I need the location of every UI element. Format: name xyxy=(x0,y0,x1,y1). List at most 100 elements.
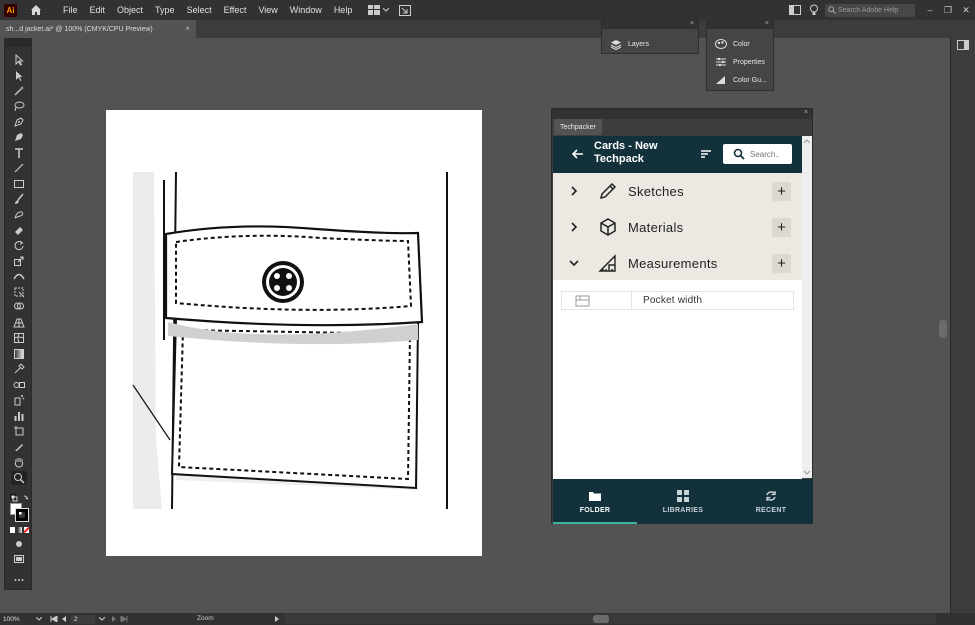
symbol-sprayer-tool[interactable] xyxy=(11,393,27,407)
measurement-item[interactable]: Pocket width xyxy=(561,291,794,310)
fill-stroke-swatches[interactable] xyxy=(10,503,30,523)
lasso-tool[interactable] xyxy=(11,99,27,113)
artboard[interactable] xyxy=(106,110,482,556)
menu-window[interactable]: Window xyxy=(284,5,328,15)
canvas-horizontal-scrollbar[interactable] xyxy=(285,614,936,624)
chevron-right-icon[interactable] xyxy=(569,186,579,196)
panel-layout-icon[interactable] xyxy=(789,5,801,15)
layers-panel-header[interactable]: × xyxy=(602,20,698,29)
color-panel-group-header[interactable]: × xyxy=(707,20,773,29)
minimize-button[interactable]: – xyxy=(921,5,939,15)
menu-type[interactable]: Type xyxy=(149,5,181,15)
menu-edit[interactable]: Edit xyxy=(84,5,112,15)
layers-panel-button[interactable]: Layers xyxy=(602,35,698,53)
first-page-icon[interactable] xyxy=(50,616,58,622)
panel-close-icon[interactable]: × xyxy=(804,109,808,116)
slice-tool[interactable] xyxy=(11,440,27,454)
add-measurement-button[interactable]: + xyxy=(772,253,791,273)
menu-file[interactable]: File xyxy=(57,5,84,15)
stroke-swatch[interactable] xyxy=(15,508,29,522)
direct-selection-tool[interactable] xyxy=(11,69,27,83)
chevron-right-icon[interactable] xyxy=(569,222,579,232)
last-page-icon[interactable] xyxy=(120,616,128,622)
color-panel-button[interactable]: Color xyxy=(707,35,773,53)
properties-panel-button[interactable]: Properties xyxy=(707,53,773,71)
column-graph-tool[interactable] xyxy=(11,409,27,423)
magic-wand-tool[interactable] xyxy=(11,84,27,98)
arrange-documents-icon[interactable] xyxy=(399,4,412,16)
zoom-level-field[interactable]: 100% xyxy=(0,614,30,624)
line-segment-tool[interactable] xyxy=(11,161,27,175)
menu-effect[interactable]: Effect xyxy=(218,5,253,15)
toolbar-grip[interactable] xyxy=(5,39,31,47)
rotate-tool[interactable] xyxy=(11,238,27,252)
help-search-input[interactable]: Search Adobe Help xyxy=(825,3,915,17)
eraser-tool[interactable] xyxy=(11,223,27,237)
curvature-tool[interactable] xyxy=(11,130,27,144)
mesh-tool[interactable] xyxy=(11,331,27,345)
eyedropper-tool[interactable] xyxy=(11,362,27,376)
techpacker-panel-header[interactable]: × xyxy=(552,109,812,119)
status-menu-arrow-icon[interactable] xyxy=(274,616,280,622)
menu-help[interactable]: Help xyxy=(328,5,359,15)
chevron-down-icon[interactable] xyxy=(569,258,579,268)
menu-select[interactable]: Select xyxy=(181,5,218,15)
properties-panel-icon[interactable] xyxy=(957,40,969,50)
shaper-tool[interactable] xyxy=(11,208,27,222)
nav-libraries[interactable]: LIBRARIES xyxy=(641,479,725,524)
scroll-down-icon[interactable] xyxy=(802,470,812,476)
vertical-scroll-thumb[interactable] xyxy=(939,320,947,338)
type-tool[interactable] xyxy=(11,146,27,160)
screen-mode-button[interactable] xyxy=(11,552,27,566)
free-transform-tool[interactable] xyxy=(11,285,27,299)
rectangle-tool[interactable] xyxy=(11,177,27,191)
scale-tool[interactable] xyxy=(11,254,27,268)
techpacker-tab[interactable]: Techpacker xyxy=(554,119,602,135)
section-measurements[interactable]: Measurements + xyxy=(553,245,802,281)
edit-toolbar-button[interactable] xyxy=(11,573,27,587)
selection-tool[interactable] xyxy=(11,53,27,67)
gradient-mode-button[interactable] xyxy=(17,527,22,533)
add-sketch-button[interactable]: + xyxy=(772,181,791,201)
gradient-tool[interactable] xyxy=(11,347,27,361)
nav-recent[interactable]: RECENT xyxy=(729,479,813,524)
menu-object[interactable]: Object xyxy=(111,5,149,15)
panel-close-icon[interactable]: × xyxy=(765,20,769,27)
panel-close-icon[interactable]: × xyxy=(690,20,694,27)
close-document-button[interactable]: × xyxy=(185,24,190,33)
zoom-tool[interactable] xyxy=(11,471,27,485)
workspace-switcher[interactable] xyxy=(368,5,390,15)
shape-builder-tool[interactable] xyxy=(11,300,27,314)
artboard-tool[interactable] xyxy=(11,424,27,438)
document-tab[interactable]: sh...d jacket.ai* @ 100% (CMYK/CPU Previ… xyxy=(0,20,196,38)
section-materials[interactable]: Materials + xyxy=(553,209,802,245)
lightbulb-icon[interactable] xyxy=(809,4,819,16)
techpacker-search-input[interactable] xyxy=(750,149,790,159)
menu-view[interactable]: View xyxy=(252,5,283,15)
previous-page-icon[interactable] xyxy=(61,616,67,622)
chevron-down-icon[interactable] xyxy=(99,617,105,621)
next-page-icon[interactable] xyxy=(111,616,117,622)
default-colors-swap[interactable] xyxy=(10,491,30,502)
sort-icon[interactable] xyxy=(699,147,713,161)
back-arrow-icon[interactable] xyxy=(571,147,585,161)
home-icon[interactable] xyxy=(29,3,43,17)
none-mode-button[interactable] xyxy=(23,526,30,533)
paintbrush-tool[interactable] xyxy=(11,192,27,206)
pen-tool[interactable] xyxy=(11,115,27,129)
horizontal-scroll-thumb[interactable] xyxy=(593,615,609,623)
page-number-field[interactable]: 2 xyxy=(71,614,95,624)
techpacker-scrollbar[interactable] xyxy=(802,136,812,478)
drawing-mode-button[interactable] xyxy=(11,537,27,551)
chevron-down-icon[interactable] xyxy=(36,617,42,621)
add-material-button[interactable]: + xyxy=(772,217,791,237)
perspective-grid-tool[interactable] xyxy=(11,316,27,330)
color-mode-button[interactable] xyxy=(10,527,15,533)
techpacker-search-box[interactable] xyxy=(723,144,792,164)
blend-tool[interactable] xyxy=(11,378,27,392)
restore-button[interactable]: ❐ xyxy=(939,5,957,16)
nav-folder[interactable]: FOLDER xyxy=(553,479,637,524)
width-tool[interactable] xyxy=(11,269,27,283)
color-guide-panel-button[interactable]: Color Gu... xyxy=(707,71,773,89)
section-sketches[interactable]: Sketches + xyxy=(553,173,802,209)
